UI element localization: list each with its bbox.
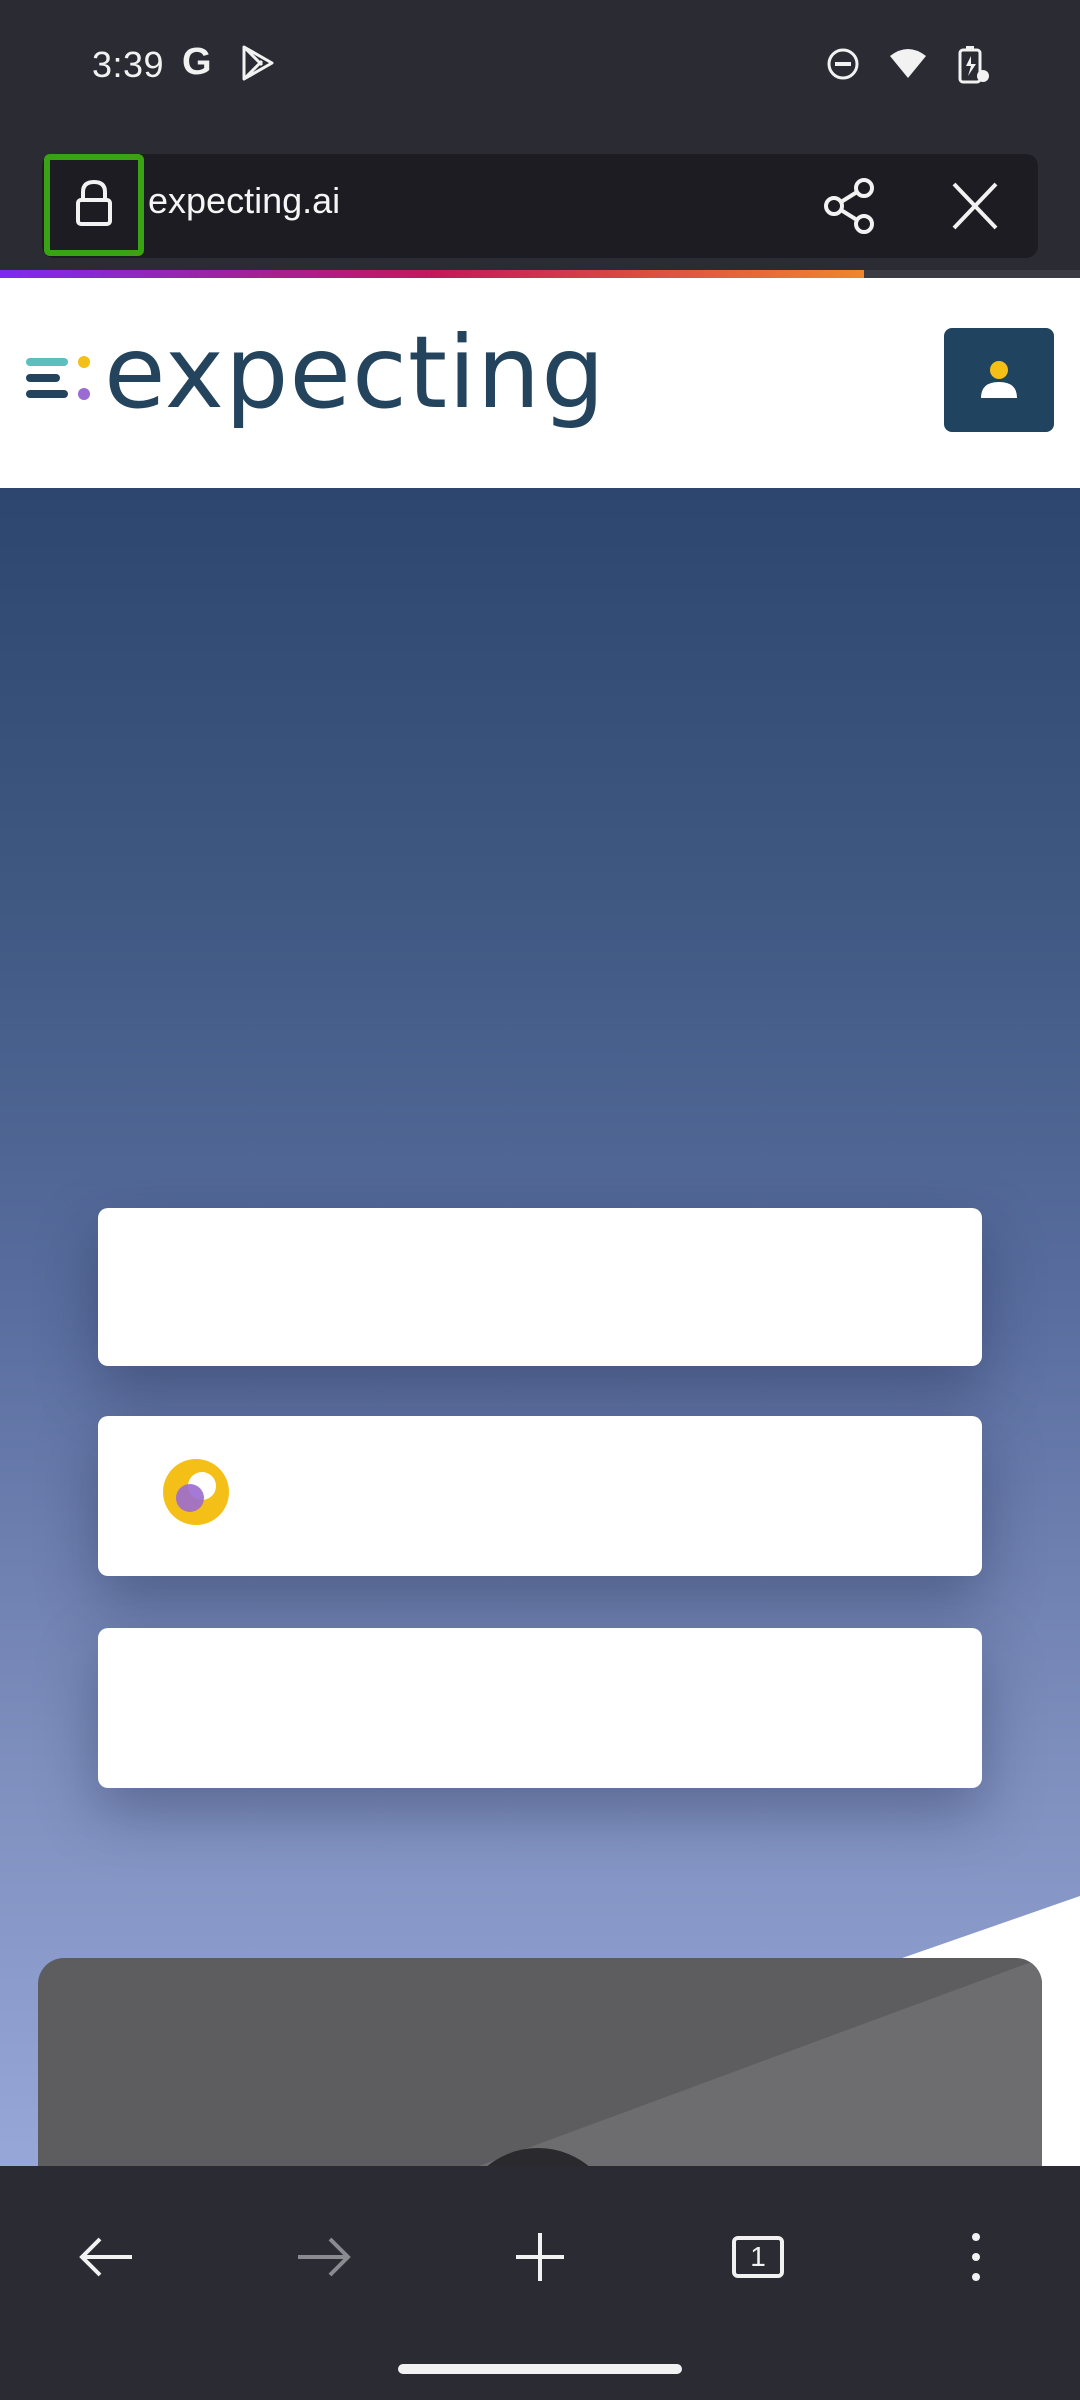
page-load-progress: [0, 270, 1080, 278]
google-g-icon: G: [180, 40, 216, 87]
svg-text:G: G: [182, 41, 212, 82]
site-info-button[interactable]: [44, 154, 144, 256]
share-button[interactable]: [820, 178, 880, 234]
more-menu-icon: [972, 2233, 980, 2281]
tab-count: 1: [750, 2241, 766, 2272]
lock-icon: [74, 178, 114, 233]
progress-fill: [0, 270, 864, 278]
browser-bottom-nav: 1: [0, 2166, 1080, 2400]
share-icon: [824, 178, 874, 234]
option-card-2[interactable]: [98, 1416, 982, 1576]
new-tab-icon: [516, 2233, 564, 2281]
status-icons: [826, 44, 990, 89]
hero-section: [0, 488, 1080, 2168]
back-icon: [79, 2237, 132, 2277]
preview-panel: [38, 1958, 1042, 2168]
new-tab-button[interactable]: [500, 2222, 580, 2292]
close-icon: [952, 182, 998, 230]
tab-switcher-icon: 1: [732, 2236, 784, 2278]
status-bar: 3:39 G: [0, 0, 1080, 140]
site-header: expecting: [0, 278, 1080, 488]
home-indicator[interactable]: [398, 2364, 682, 2374]
preview-shade: [473, 1958, 1042, 2168]
wifi-icon: [888, 48, 928, 85]
back-button[interactable]: [66, 2222, 146, 2292]
close-button[interactable]: [946, 178, 1004, 234]
forward-icon: [298, 2237, 351, 2277]
tab-switcher-button[interactable]: 1: [718, 2222, 798, 2292]
site-logo[interactable]: expecting: [104, 314, 606, 431]
play-store-icon: [240, 44, 276, 87]
battery-charging-icon: [956, 44, 990, 89]
loading-logo-icon: [162, 1458, 230, 1531]
more-menu-button[interactable]: [936, 2222, 1016, 2292]
status-time: 3:39: [92, 44, 165, 85]
option-card-3[interactable]: [98, 1628, 982, 1788]
do-not-disturb-icon: [826, 47, 860, 86]
user-icon: [981, 361, 1017, 398]
account-button[interactable]: [944, 328, 1054, 432]
forward-button[interactable]: [284, 2222, 364, 2292]
expecting-logo-icon[interactable]: [26, 352, 96, 412]
option-card-1[interactable]: [98, 1208, 982, 1366]
url-text[interactable]: expecting.ai: [148, 180, 340, 222]
